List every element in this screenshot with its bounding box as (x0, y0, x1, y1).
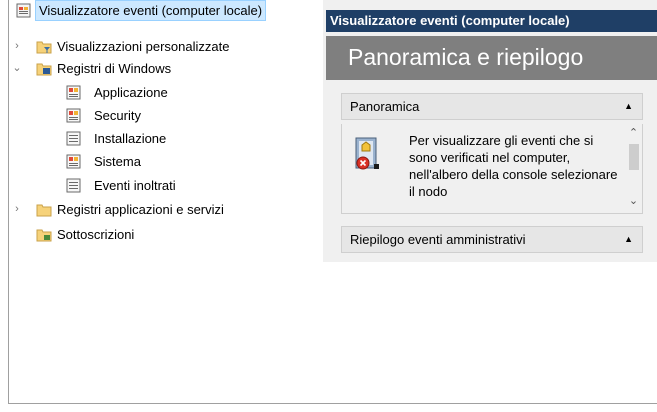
tree-item-windows-logs[interactable]: ⌄ Registri di Windows (9, 58, 323, 79)
overview-text: Per visualizzare gli eventi che si sono … (409, 133, 618, 199)
content-header: Visualizzatore eventi (computer locale) (326, 10, 657, 32)
tree-item-setup[interactable]: Installazione (9, 128, 323, 149)
tree-item-subscriptions[interactable]: Sottoscrizioni (9, 224, 323, 245)
tree-pane: Visualizzatore eventi (computer locale) … (9, 0, 323, 262)
subscriptions-icon (36, 229, 52, 242)
tree-item-label: Installazione (94, 131, 167, 146)
folder-icon (36, 204, 52, 217)
tree-item-forwarded-events[interactable]: Eventi inoltrati (9, 175, 323, 196)
event-viewer-icon (16, 3, 31, 18)
content-pane: Visualizzatore eventi (computer locale) … (326, 0, 657, 262)
collapse-chevron-icon[interactable]: ⌄ (11, 58, 23, 79)
log-security-icon (66, 108, 81, 123)
tree-item-label: Eventi inoltrati (94, 178, 176, 193)
log-forwarded-icon (66, 178, 81, 193)
log-system-icon (66, 154, 81, 169)
collapse-caret-icon[interactable]: ▲ (624, 94, 633, 119)
log-app-icon (66, 85, 81, 100)
overview-section-body: Per visualizzare gli eventi che si sono … (341, 124, 643, 214)
overview-section-header[interactable]: Panoramica ▲ (341, 93, 643, 120)
overview-scrollbar[interactable]: ⌃ ⌄ (625, 124, 642, 213)
tree-item-label: Sottoscrizioni (57, 227, 135, 242)
tree-item-label: Applicazione (94, 85, 168, 100)
scroll-up-icon[interactable]: ⌃ (625, 126, 642, 142)
summary-section-header[interactable]: Riepilogo eventi amministrativi ▲ (341, 226, 643, 253)
tree-item-custom-views[interactable]: › Visualizzazioni personalizzate (9, 36, 323, 57)
tree-item-label: Sistema (94, 154, 141, 169)
scroll-down-icon[interactable]: ⌄ (625, 194, 642, 210)
tree-item-application[interactable]: Applicazione (9, 82, 323, 103)
tree-root[interactable]: Visualizzatore eventi (computer locale) (9, 0, 323, 21)
expand-chevron-icon[interactable]: › (11, 36, 23, 57)
overview-heading: Panoramica (350, 99, 420, 114)
scroll-thumb[interactable] (629, 144, 639, 170)
tree-item-label: Visualizzazioni personalizzate (57, 39, 230, 54)
tree-item-label: Security (94, 108, 141, 123)
frame-bottom-border (8, 403, 657, 404)
folder-logs-icon (36, 63, 52, 76)
page-title: Panoramica e riepilogo (348, 44, 584, 70)
log-setup-icon (66, 131, 81, 146)
folder-filter-icon (36, 41, 52, 54)
event-log-book-icon (355, 137, 379, 170)
tree-item-app-service-logs[interactable]: › Registri applicazioni e servizi (9, 199, 323, 220)
summary-heading: Riepilogo eventi amministrativi (350, 232, 526, 247)
collapse-caret-icon[interactable]: ▲ (624, 227, 633, 252)
tree-item-system[interactable]: Sistema (9, 151, 323, 172)
tree-item-security[interactable]: Security (9, 105, 323, 126)
tree-root-label: Visualizzatore eventi (computer locale) (35, 0, 267, 21)
tree-item-label: Registri di Windows (57, 61, 172, 76)
tree-item-label: Registri applicazioni e servizi (57, 202, 224, 217)
expand-chevron-icon[interactable]: › (11, 199, 23, 220)
